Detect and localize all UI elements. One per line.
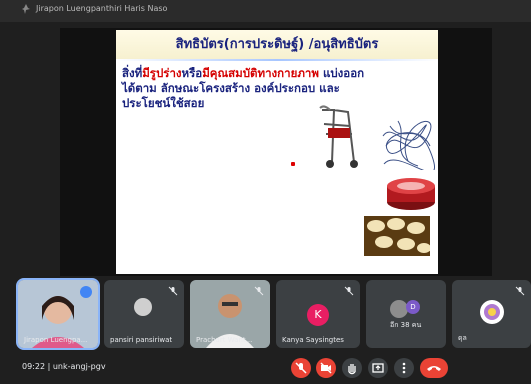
presentation-slide: สิทธิบัตร(การประดิษฐ์) /อนุสิทธิบัตร สิ่…	[116, 30, 438, 274]
slide-text-line: ประโยชน์ใช้สอย	[122, 96, 205, 110]
mic-off-icon	[254, 286, 264, 296]
cosmetic-jar-image	[387, 178, 435, 210]
mic-toggle-button[interactable]	[291, 358, 311, 378]
more-participants-tile[interactable]: D อีก 38 คน	[366, 280, 446, 348]
participant-tile[interactable]: ดุล	[452, 280, 531, 348]
camera-toggle-button[interactable]	[316, 358, 336, 378]
mic-off-icon	[344, 286, 354, 296]
present-button[interactable]	[368, 358, 388, 378]
pointer-cursor	[291, 162, 295, 166]
participant-name: Prachart Want...	[196, 336, 253, 344]
participant-strip: Jirapon Luengpa... pansiri pansiriwat Pr…	[0, 278, 531, 350]
fiber-image	[382, 120, 435, 170]
clock: 09:22	[22, 362, 46, 371]
raise-hand-icon	[348, 364, 356, 375]
presentation-stage: สิทธิบัตร(การประดิษฐ์) /อนุสิทธิบัตร สิ่…	[60, 28, 492, 276]
slide-text-highlight: มีรูปร่าง	[142, 66, 182, 80]
slide-text-part: หรือ	[181, 66, 203, 80]
more-options-icon	[402, 362, 406, 374]
avatar	[480, 300, 504, 324]
separator: |	[47, 362, 51, 371]
participant-tile[interactable]: Prachart Want...	[190, 280, 270, 348]
more-options-button[interactable]	[394, 358, 414, 378]
pills-image	[364, 216, 430, 256]
meeting-info: 09:22 | unk-angj-pgv	[22, 362, 106, 371]
avatar: D	[406, 300, 420, 314]
presenter-name: Jirapon Luengpanthiri Haris Naso	[36, 4, 168, 13]
slide-body: สิ่งที่มีรูปร่างหรือมีคุณสมบัติทางกายภาพ…	[122, 66, 432, 111]
participant-name: ดุล	[458, 334, 467, 342]
slide-text-line: ได้ตาม ลักษณะโครงสร้าง องค์ประกอบ และ	[122, 81, 340, 95]
pin-icon[interactable]	[20, 3, 32, 15]
raise-hand-button[interactable]	[342, 358, 362, 378]
top-bar: Jirapon Luengpanthiri Haris Naso	[0, 0, 531, 22]
walker-image	[319, 105, 358, 168]
meeting-code: unk-angj-pgv	[52, 362, 106, 371]
mic-off-icon	[295, 362, 307, 374]
end-call-icon	[427, 366, 441, 371]
mic-off-icon	[168, 286, 178, 296]
present-icon	[372, 363, 384, 373]
more-participants-count: อีก 38 คน	[390, 321, 422, 329]
speaking-indicator-icon	[80, 286, 92, 298]
avatar	[134, 298, 152, 316]
participant-name: pansiri pansiriwat	[110, 336, 173, 344]
avatar: K	[307, 304, 329, 326]
slide-text-highlight: มีคุณสมบัติทางกายภาพ	[202, 66, 319, 80]
camera-off-icon	[320, 362, 332, 374]
participant-tile[interactable]: pansiri pansiriwat	[104, 280, 184, 348]
participant-tile[interactable]: K Kanya Saysingtes	[276, 280, 360, 348]
participant-tile[interactable]: Jirapon Luengpa...	[16, 278, 100, 350]
slide-title: สิทธิบัตร(การประดิษฐ์) /อนุสิทธิบัตร	[116, 30, 438, 61]
mic-off-icon	[515, 286, 525, 296]
participant-name: Jirapon Luengpa...	[24, 336, 88, 344]
participant-name: Kanya Saysingtes	[282, 336, 344, 344]
bottom-bar: 09:22 | unk-angj-pgv	[0, 350, 531, 384]
slide-text-part: แบ่งออก	[318, 66, 365, 80]
end-call-button[interactable]	[420, 358, 448, 378]
slide-text-part: สิ่งที่	[122, 66, 143, 80]
